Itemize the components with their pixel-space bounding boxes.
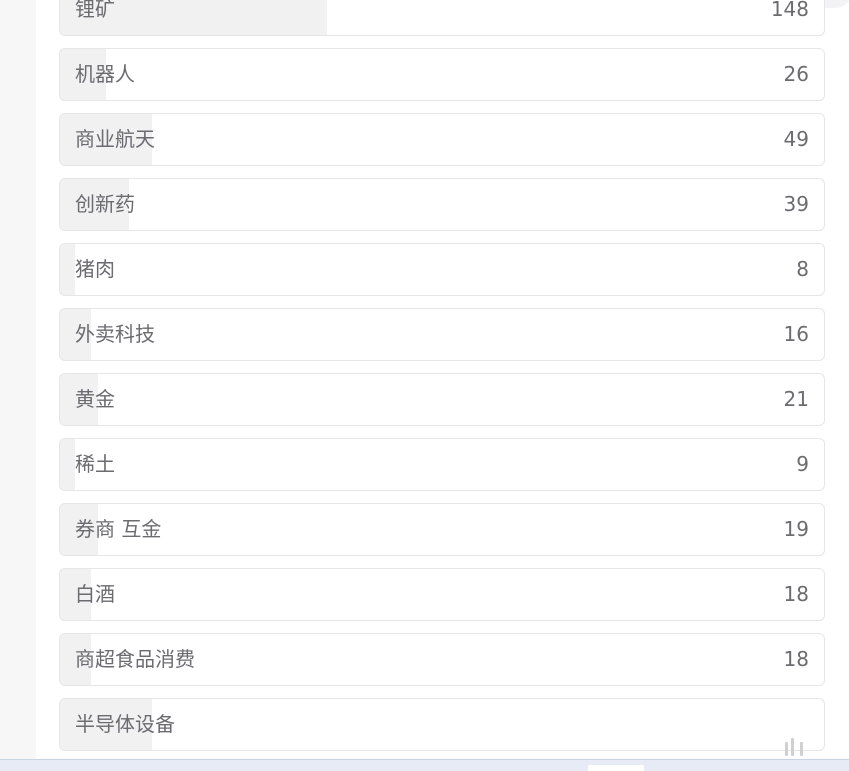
category-count: 26 <box>783 62 809 86</box>
category-row[interactable]: 券商 互金 19 <box>59 503 825 556</box>
category-count: 16 <box>783 322 809 346</box>
bottom-taskbar <box>0 759 849 771</box>
category-row[interactable]: 锂矿 148 <box>59 0 825 36</box>
category-label: 商超食品消费 <box>75 647 195 671</box>
category-row[interactable]: 创新药 39 <box>59 178 825 231</box>
category-fill-bar <box>60 244 75 295</box>
category-row[interactable]: 机器人 26 <box>59 48 825 101</box>
category-label: 创新药 <box>75 192 135 216</box>
category-count: 39 <box>783 192 809 216</box>
category-label: 白酒 <box>75 582 115 606</box>
category-count: 49 <box>783 127 809 151</box>
category-row[interactable]: 商超食品消费 18 <box>59 633 825 686</box>
category-label: 黄金 <box>75 387 115 411</box>
category-row[interactable]: 外卖科技 16 <box>59 308 825 361</box>
category-label: 券商 互金 <box>75 517 162 541</box>
watermark-logo <box>690 734 840 760</box>
bottom-taskbar-tab[interactable] <box>588 765 644 771</box>
category-label: 机器人 <box>75 62 135 86</box>
left-sidebar <box>0 0 36 760</box>
category-row[interactable]: 稀土 9 <box>59 438 825 491</box>
category-row[interactable]: 黄金 21 <box>59 373 825 426</box>
category-count: 8 <box>796 257 809 281</box>
category-count: 18 <box>783 582 809 606</box>
category-label: 稀土 <box>75 452 115 476</box>
category-fill-bar <box>60 439 75 490</box>
category-label: 半导体设备 <box>75 712 175 736</box>
category-count: 9 <box>796 452 809 476</box>
header-ellipsis-icon[interactable] <box>0 0 16 6</box>
category-row[interactable]: 猪肉 8 <box>59 243 825 296</box>
category-row[interactable]: 商业航天 49 <box>59 113 825 166</box>
page: 锂矿 148 机器人 26 商业航天 49 创新药 39 猪肉 8 外卖科技 16 黄金 21 稀土 9 券商 … <box>0 0 849 771</box>
category-row[interactable]: 白酒 18 <box>59 568 825 621</box>
category-count: 18 <box>783 647 809 671</box>
category-label: 外卖科技 <box>75 322 155 346</box>
category-count: 21 <box>783 387 809 411</box>
category-label: 商业航天 <box>75 127 155 151</box>
category-count: 148 <box>770 0 809 21</box>
category-label: 锂矿 <box>75 0 115 21</box>
category-count: 19 <box>783 517 809 541</box>
category-label: 猪肉 <box>75 257 115 281</box>
